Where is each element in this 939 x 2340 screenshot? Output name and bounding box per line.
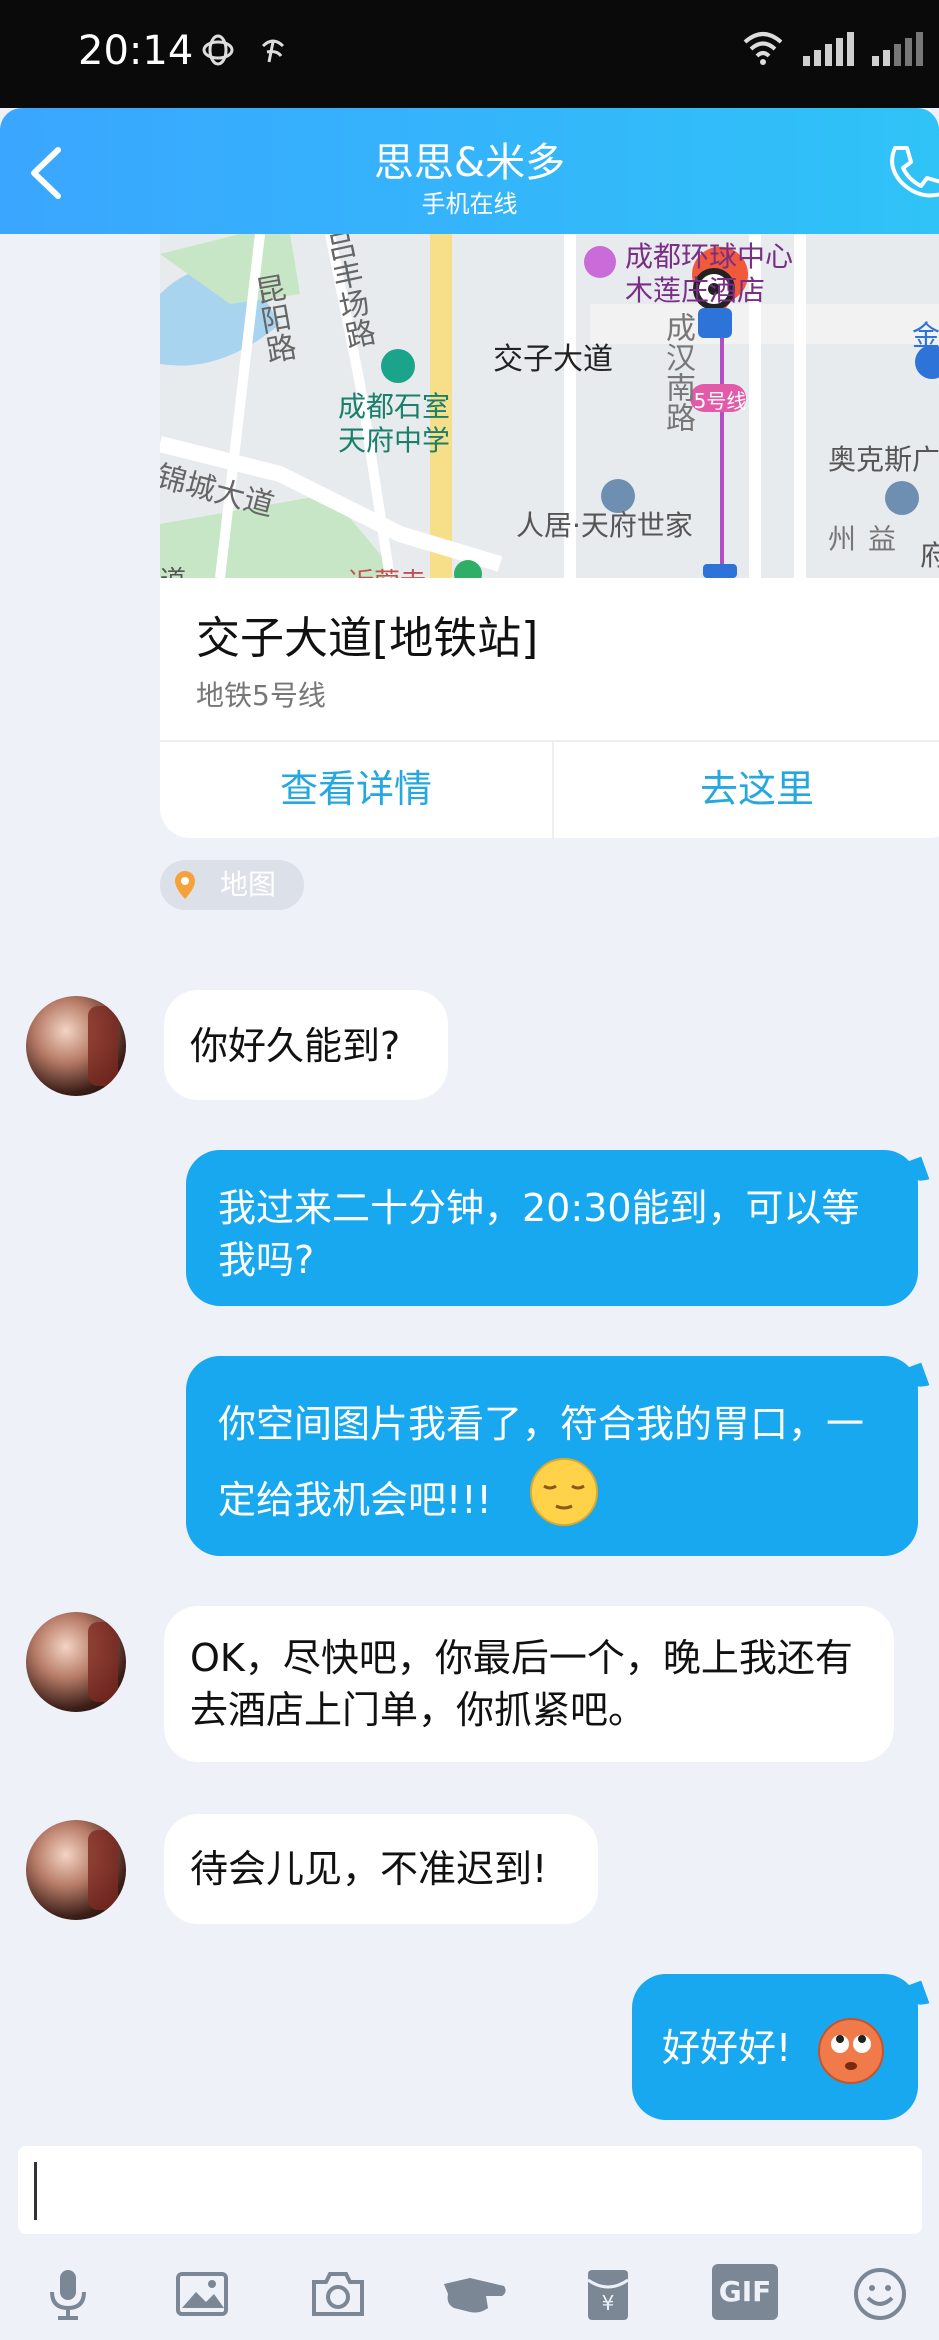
map-label-edge: 道 xyxy=(160,560,186,578)
message-bubble[interactable]: 我过来二十分钟，20:30能到，可以等我吗? xyxy=(186,1150,930,1306)
china-mobile-icon xyxy=(202,34,234,66)
online-status: 手机在线 xyxy=(421,190,518,218)
location-title: 交子大道[地铁站] xyxy=(196,613,539,664)
map-label-station: 交子大道 xyxy=(493,342,613,377)
map-label-edge: 近蓉寺 xyxy=(348,562,426,578)
message-input[interactable] xyxy=(18,2146,922,2234)
message-text: OK，尽快吧，你最后一个，晚上我还有去酒店上门单，你抓紧吧。 xyxy=(190,1636,853,1732)
map-tag[interactable]: 地图 xyxy=(160,860,304,910)
signal-icon xyxy=(803,32,854,66)
camera-icon[interactable] xyxy=(308,2264,368,2324)
status-bar: 20:14 xyxy=(0,0,939,108)
gif-label: GIF xyxy=(718,2275,772,2308)
map-label-road: 成汉南路 xyxy=(660,312,695,432)
phone-icon[interactable] xyxy=(879,138,939,208)
map-label-school: 成都石室 天府中学 xyxy=(338,390,451,457)
carrier-icons xyxy=(200,32,291,77)
message-text: 你好久能到? xyxy=(190,1024,401,1068)
map-label-community: 人居·天府世家 xyxy=(516,509,693,542)
view-details-button[interactable]: 查看详情 xyxy=(160,740,552,838)
map-label-edge: 府 xyxy=(920,539,939,572)
red-packet-icon[interactable]: ¥ xyxy=(578,2264,638,2324)
message-text: 我过来二十分钟，20:30能到，可以等我吗? xyxy=(218,1186,860,1282)
text-caret xyxy=(34,2162,37,2220)
navigate-here-button[interactable]: 去这里 xyxy=(554,740,939,838)
map-label-edge: 金 xyxy=(912,319,939,352)
map-preview[interactable]: 成都环球中心 木莲庄酒店 交子大道 5号线 成都石室 天府中学 锦城大道 昆阳路… xyxy=(160,234,939,578)
message-text: 好好好! xyxy=(662,2026,792,2070)
status-time: 20:14 xyxy=(78,28,194,74)
message-bubble[interactable]: 好好好! xyxy=(632,1974,930,2120)
system-icons xyxy=(741,30,923,66)
chat-title[interactable]: 思思&米多 xyxy=(0,130,939,188)
location-pin-icon xyxy=(175,871,195,899)
image-icon[interactable] xyxy=(172,2264,232,2324)
signal-icon xyxy=(872,32,923,66)
avatar[interactable] xyxy=(26,1820,126,1920)
map-label-line-badge: 5号线 xyxy=(693,389,747,413)
message-text: 待会儿见，不准迟到! xyxy=(190,1847,548,1891)
gif-icon[interactable]: GIF xyxy=(712,2264,778,2320)
emoji-icon[interactable] xyxy=(850,2264,910,2324)
location-card[interactable]: 成都环球中心 木莲庄酒店 交子大道 5号线 成都石室 天府中学 锦城大道 昆阳路… xyxy=(160,234,939,838)
message-bubble[interactable]: 待会儿见，不准迟到! xyxy=(164,1814,598,1924)
poke-icon[interactable] xyxy=(440,2264,510,2324)
map-label-road: 益州 xyxy=(824,524,897,552)
eye-roll-emoji-icon xyxy=(818,2018,884,2084)
china-telecom-icon xyxy=(261,39,284,63)
relieved-emoji-icon xyxy=(530,1458,598,1526)
microphone-icon[interactable] xyxy=(38,2264,98,2324)
avatar[interactable] xyxy=(26,996,126,1096)
map-tag-label: 地图 xyxy=(220,868,277,901)
wifi-icon xyxy=(743,32,783,65)
chat-toolbar: ¥ GIF xyxy=(0,2246,939,2340)
message-bubble[interactable]: 你空间图片我看了，符合我的胃口，一定给我机会吧!!! xyxy=(186,1356,930,1556)
message-bubble[interactable]: 你好久能到? xyxy=(164,990,448,1100)
message-bubble[interactable]: OK，尽快吧，你最后一个，晚上我还有去酒店上门单，你抓紧吧。 xyxy=(164,1606,894,1762)
avatar[interactable] xyxy=(26,1612,126,1712)
chat-header: 思思&米多 手机在线 xyxy=(0,108,939,234)
location-subtitle: 地铁5号线 xyxy=(196,679,326,712)
map-label-mall: 奥克斯广 xyxy=(828,443,939,476)
map-label-hotel: 成都环球中心 木莲庄酒店 xyxy=(625,240,794,307)
svg-text:¥: ¥ xyxy=(602,2291,615,2315)
